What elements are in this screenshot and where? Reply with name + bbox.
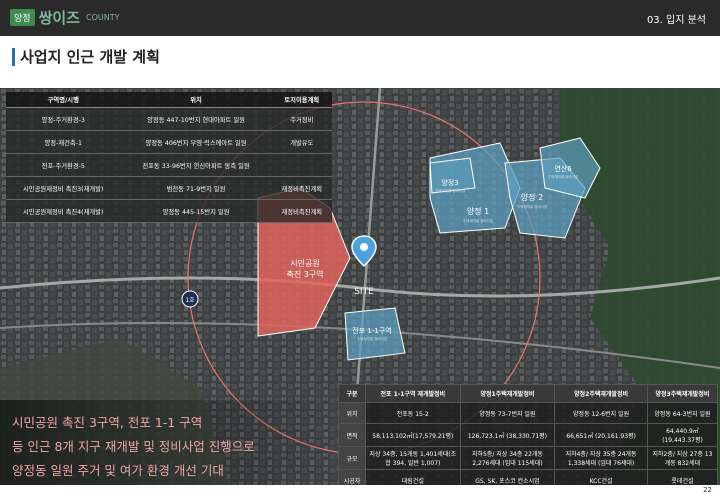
info-cell: 전포동 15-2: [365, 402, 461, 424]
zone-yj2-label: 양정 2: [521, 192, 543, 202]
legend-cell: 시민공원재정비 촉진4(재개발): [6, 199, 121, 223]
info-header-row: 구분 전포 1-1구역 재개발정비 양정1주택재개발정비 양정2주택재개발정비 …: [338, 384, 719, 403]
site-pin-dot-icon: [360, 243, 368, 251]
legend-cell: 개발유도: [271, 130, 332, 154]
brand-logo: 양정 쌍이즈 COUNTY: [10, 6, 119, 28]
legend-header: 위치: [120, 92, 272, 108]
legend-row: 양정-주거환경-3 양정동 447-10번지 현대아파트 일원 주거정비: [6, 107, 332, 131]
legend-cell: 재정비촉진계획: [271, 199, 332, 223]
legend-row: 양정-재건축-1 양정동 406번지 부영·럭스에아트 일원 개발유도: [6, 130, 332, 154]
heading-accent: [12, 48, 15, 66]
info-cell: 66,651㎡ (20,161.93평): [554, 423, 648, 447]
project-info-table: 구분 전포 1-1구역 재개발정비 양정1주택재개발정비 양정2주택재개발정비 …: [338, 384, 719, 491]
section-label: 03. 입지 분석: [646, 15, 706, 26]
legend-cell: 양정-재건축-1: [6, 130, 121, 154]
zone-ys6-sub: 주택재개발 정비사업: [548, 174, 578, 179]
info-cell: 양정동 73-7번지 일원: [459, 402, 556, 424]
info-row-label: 면적: [338, 423, 366, 447]
zone-jp11-label: 전포 1-1구역: [352, 326, 391, 335]
info-row: 규모 지상 34층, 15개동 1,401세대(조합 394, 일반 1,007)…: [338, 446, 719, 470]
info-cell: 58,113.102㎡(17,579.21평): [365, 423, 461, 447]
legend-cell: 범천동 71-9번지 일원: [120, 176, 272, 200]
zone-jp11-sub: 주택재개발 정비사업: [357, 336, 387, 341]
legend-row: 시민공원재정비 촉진4(재개발) 양정동 445-15번지 일원 재정비촉진계획: [6, 199, 332, 223]
legend-cell: 양정동 445-15번지 일원: [120, 199, 272, 223]
info-row: 위치 전포동 15-2 양정동 73-7번지 일원 양정동 12-6번지 일원 양정동 …: [338, 402, 719, 424]
legend-row: 전포-주거환경-5 전포동 33-96번지 한신아파트 동측 일원: [6, 153, 332, 177]
legend-cell: 재정비촉진계획: [271, 176, 332, 200]
info-row-label: 위치: [338, 402, 366, 424]
legend-cell: 주거정비: [271, 107, 332, 131]
legend-row: 시민공원재정비 촉진3(재개발) 범천동 71-9번지 일원 재정비촉진계획: [6, 176, 332, 200]
info-header: 양정2주택재개발정비: [554, 384, 648, 403]
info-cell: 지상 34층, 15개동 1,401세대(조합 394, 일반 1,007): [365, 446, 461, 470]
zone-park-label-1: 시민공원: [290, 258, 319, 268]
legend-cell: 양정동 406번지 부영·럭스에아트 일원: [120, 130, 272, 154]
info-header: 구분: [338, 384, 366, 403]
summary-line-2: 등 인근 8개 지구 재개발 및 정비사업 진행으로: [12, 439, 255, 454]
legend-cell: [271, 153, 332, 177]
info-header: 양정1주택재개발정비: [459, 384, 556, 403]
footer: [0, 485, 720, 498]
page-number: 22: [703, 486, 712, 494]
info-cell: 64,440.9㎡ (19,443.37평): [646, 423, 719, 447]
info-cell: 지하4층/ 지상 35층 24개동 1,338세대 (임대 76세대): [554, 446, 648, 470]
zone-yj3-label: 양정3: [441, 178, 458, 187]
info-row: 면적 58,113.102㎡(17,579.21평) 126,723.1㎡ (38,…: [338, 423, 719, 447]
legend-header-row: 구역명/시행 위치 토지이용계획: [6, 92, 332, 108]
info-header: 전포 1-1구역 재개발정비: [365, 384, 461, 403]
top-bar: 양정 쌍이즈 COUNTY 03. 입지 분석: [0, 0, 720, 36]
legend-cell: 전포-주거환경-5: [6, 153, 121, 177]
zone-yj2-sub: 주택재개발 정비사업: [517, 204, 547, 209]
subway-line1-label: 1호: [185, 297, 195, 304]
info-header: 양정3주택재개발정비: [646, 384, 719, 403]
development-legend-table: 구역명/시행 위치 토지이용계획 양정-주거환경-3 양정동 447-10번지 현…: [6, 92, 332, 223]
zone-yangjeong-3: [429, 157, 476, 194]
legend-cell: 양정동 447-10번지 현대아파트 일원: [120, 107, 272, 131]
info-cell: 양정동 64-3번지 일원: [646, 402, 719, 424]
summary-line-1: 시민공원 촉진 3구역, 전포 1-1 구역: [12, 415, 203, 430]
site-label: SITE: [354, 287, 374, 297]
legend-header: 구역명/시행: [6, 92, 121, 108]
zone-park-label-2: 촉진 3구역: [286, 269, 323, 279]
legend-header: 토지이용계획: [271, 92, 332, 108]
legend-cell: 양정-주거환경-3: [6, 107, 121, 131]
legend-cell: 전포동 33-96번지 한신아파트 동측 일원: [120, 153, 272, 177]
info-cell: 양정동 12-6번지 일원: [554, 402, 648, 424]
legend-cell: 시민공원재정비 촉진3(재개발): [6, 176, 121, 200]
zone-yj1-label: 양정 1: [467, 206, 489, 216]
info-cell: 지하2층/ 지상 27층 13개동 832세대: [646, 446, 719, 470]
page-title: 사업지 인근 개발 계획: [20, 48, 160, 66]
info-cell: 지하5층/ 지상 34층 22개동 2,276세대 (임대 115세대): [459, 446, 556, 470]
zone-ys6-label: 연산6: [554, 164, 572, 173]
logo-badge: 양정: [10, 8, 35, 26]
zone-yj1-sub: 주택재개발 정비사업: [463, 218, 493, 223]
info-cell: 126,723.1㎡ (38,330.71평): [459, 423, 556, 447]
info-row-label: 규모: [338, 446, 366, 470]
summary-line-3: 양정동 일원 주거 및 여가 환경 개선 기대: [12, 463, 224, 478]
logo-brand-sub: COUNTY: [85, 12, 120, 22]
zone-yj3-sub: 주택재개발 정비사업: [435, 188, 465, 193]
logo-brand: 쌍이즈: [38, 8, 80, 27]
summary-text: 시민공원 촉진 3구역, 전포 1-1 구역 등 인근 8개 지구 재개발 및 …: [0, 400, 336, 485]
